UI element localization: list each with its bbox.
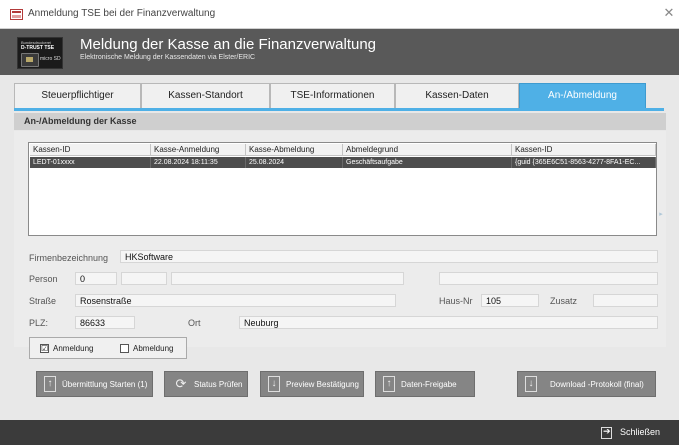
sd-chip-icon (21, 53, 39, 67)
plz-field[interactable]: 86633 (75, 316, 135, 329)
page-subtitle: Elektronische Meldung der Kassendaten vi… (80, 54, 256, 61)
column-header-kasse-abmeldung[interactable]: Kasse-Abmeldung (246, 144, 343, 156)
page-title: Meldung der Kasse an die Finanzverwaltun… (80, 36, 377, 53)
column-header-kassen-id[interactable]: Kassen-ID (30, 144, 151, 156)
ort-field[interactable]: Neuburg (239, 316, 658, 329)
person-field-2[interactable] (121, 272, 167, 285)
tab-kassen-daten[interactable]: Kassen-Daten (395, 83, 519, 109)
tab-steuerpflichtiger[interactable]: Steuerpflichtiger (14, 83, 141, 109)
logo-line2: D-TRUST TSE (21, 45, 55, 51)
zusatz-label: Zusatz (550, 296, 578, 306)
tab-tse-informationen[interactable]: TSE-Informationen (270, 83, 395, 109)
person-field-4[interactable] (439, 272, 658, 285)
exit-icon (601, 426, 612, 439)
uebermittlung-starten-button[interactable]: ↑ Übermittlung Starten (1) (36, 371, 153, 397)
column-header-abmeldegrund[interactable]: Abmeldegrund (343, 144, 512, 156)
window-close-icon[interactable]: ✕ (662, 6, 676, 20)
table-row-cell-abmeldegrund[interactable]: Geschäftsaufgabe (343, 157, 512, 168)
person-field-3[interactable] (171, 272, 404, 285)
firmenbezeichnung-field[interactable]: HKSoftware (120, 250, 658, 263)
anmeldung-checkbox[interactable]: ☑ (40, 344, 49, 353)
scroll-arrow-icon[interactable]: ▸ (655, 210, 667, 220)
column-header-kassen-guid[interactable]: Kassen-ID (512, 144, 656, 156)
status-pruefen-button[interactable]: ⟳ Status Prüfen (164, 371, 248, 397)
tse-logo-icon: Bundesdruckerei D-TRUST TSE micro SD (17, 37, 63, 69)
app-icon (10, 9, 23, 20)
window-title: Anmeldung TSE bei der Finanzverwaltung (28, 8, 216, 19)
column-header-kasse-anmeldung[interactable]: Kasse-Anmeldung (151, 144, 246, 156)
strasse-field[interactable]: Rosenstraße (75, 294, 396, 307)
zusatz-field[interactable] (593, 294, 658, 307)
section-title: An-/Abmeldung der Kasse (24, 116, 137, 126)
plz-label: PLZ: (29, 318, 49, 328)
person-field[interactable]: 0 (75, 272, 117, 285)
tab-kassen-standort[interactable]: Kassen-Standort (141, 83, 270, 109)
footer-bar (0, 420, 679, 445)
tab-underline (14, 108, 664, 111)
abmeldung-checkbox[interactable] (120, 344, 129, 353)
hausnr-label: Haus-Nr (439, 296, 473, 306)
daten-freigabe-button[interactable]: ↑ Daten-Freigabe (375, 371, 475, 397)
download-protokoll-button[interactable]: ↓ Download -Protokoll (final) (517, 371, 656, 397)
anmeldung-label[interactable]: Anmeldung (53, 344, 93, 353)
logo-line3: micro SD (40, 56, 61, 62)
abmeldung-label[interactable]: Abmeldung (133, 344, 173, 353)
tab-an-abmeldung[interactable]: An-/Abmeldung (519, 83, 646, 109)
hausnr-field[interactable]: 105 (481, 294, 539, 307)
table-row-cell-anmeldung[interactable]: 22.08.2024 18:11:35 (151, 157, 246, 168)
preview-bestaetigung-button[interactable]: ↓ Preview Bestätigung (260, 371, 364, 397)
table-row-cell-kassen-id[interactable]: LEDT-01xxxx (30, 157, 151, 168)
schliessen-button[interactable]: Schließen (596, 425, 668, 441)
firmenbezeichnung-label: Firmenbezeichnung (29, 253, 109, 263)
table-row-cell-guid[interactable]: {guid {365E6C51-8563-4277-8FA1-EC... (512, 157, 656, 168)
person-label: Person (29, 274, 58, 284)
kassen-list[interactable]: Kassen-ID Kasse-Anmeldung Kasse-Abmeldun… (28, 142, 657, 236)
ort-label: Ort (188, 318, 201, 328)
strasse-label: Straße (29, 296, 57, 306)
refresh-icon: ⟳ (175, 376, 187, 391)
table-row-cell-abmeldung[interactable]: 25.08.2024 (246, 157, 343, 168)
